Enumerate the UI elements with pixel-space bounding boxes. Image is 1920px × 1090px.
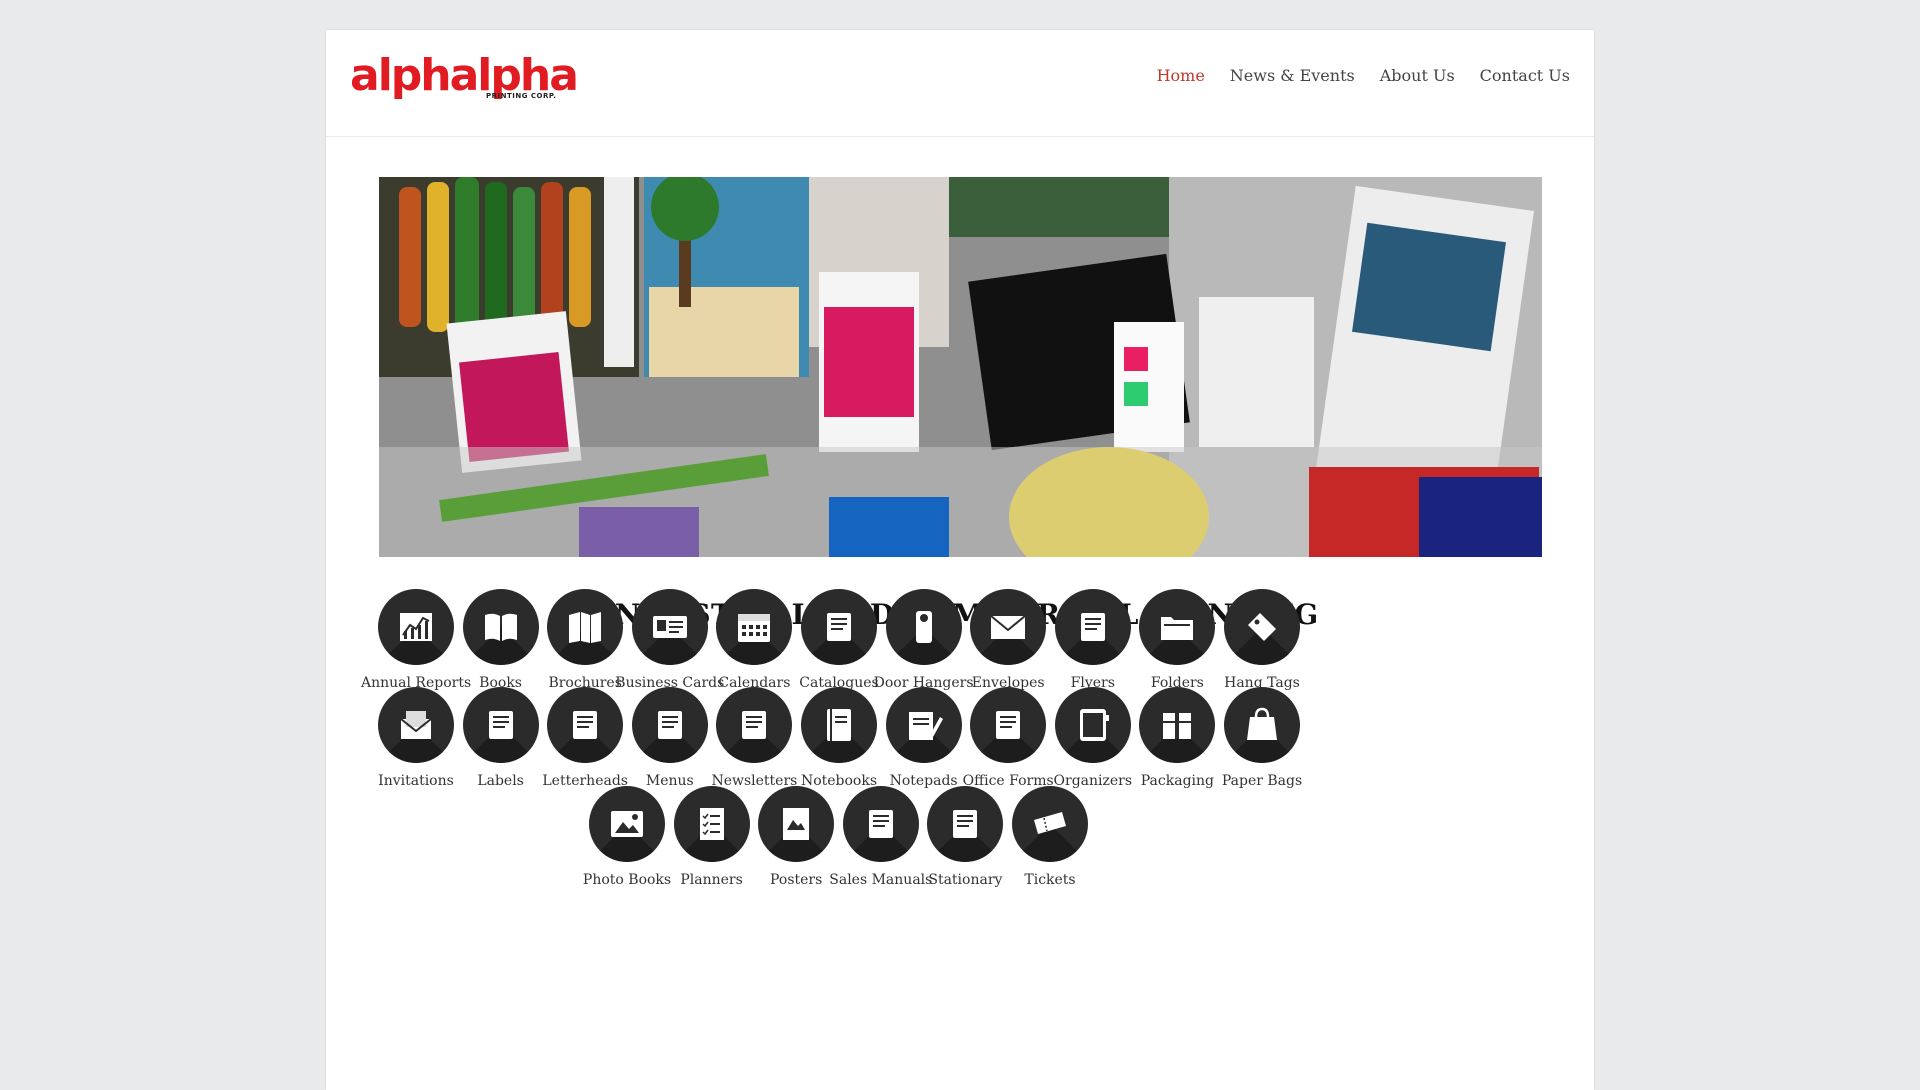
nav-home[interactable]: Home — [1157, 66, 1205, 85]
logo-part-1: alph — [350, 50, 452, 101]
site-header: alphalpha PRINTING CORP. Home News & Eve… — [326, 30, 1594, 137]
calendar-icon — [716, 589, 793, 665]
tag-icon — [1224, 589, 1300, 665]
category-item-tickets[interactable]: Tickets — [995, 786, 1105, 888]
nav-about-us[interactable]: About Us — [1380, 66, 1455, 85]
main-nav: Home News & Events About Us Contact Us — [1157, 66, 1570, 85]
category-item-paper-bags[interactable]: Paper Bags — [1207, 687, 1317, 789]
hero-banner-image — [379, 177, 1542, 557]
catalogue-icon — [801, 589, 877, 665]
flyer-icon — [1054, 589, 1131, 665]
newsletter-icon — [716, 687, 793, 763]
office-form-icon — [970, 687, 1047, 763]
sales-manual-icon — [842, 786, 919, 862]
category-label: Paper Bags — [1221, 773, 1303, 789]
organizer-icon — [1054, 687, 1131, 763]
envelope-icon — [970, 589, 1047, 665]
stationary-icon — [927, 786, 1004, 862]
logo-subtitle: PRINTING CORP. — [486, 92, 557, 100]
label-icon — [462, 687, 539, 763]
door-hanger-icon — [885, 589, 962, 665]
chart-icon — [378, 589, 454, 665]
paper-bag-icon — [1224, 687, 1300, 763]
nav-news-events[interactable]: News & Events — [1230, 66, 1355, 85]
nav-contact-us[interactable]: Contact Us — [1480, 66, 1570, 85]
banner-collage — [379, 177, 1542, 557]
business-card-icon — [631, 589, 708, 665]
photo-book-icon — [589, 786, 665, 862]
invitation-icon — [378, 687, 454, 763]
category-label: Tickets — [1024, 872, 1076, 888]
poster-icon — [758, 786, 835, 862]
notepad-icon — [885, 687, 962, 763]
menu-icon — [631, 687, 708, 763]
packaging-icon — [1139, 687, 1216, 763]
folder-icon — [1139, 589, 1216, 665]
planner-icon — [673, 786, 750, 862]
page-container: alphalpha PRINTING CORP. Home News & Eve… — [326, 30, 1594, 1090]
category-item-hang-tags[interactable]: Hang Tags — [1207, 589, 1317, 691]
letterhead-icon — [547, 687, 624, 763]
site-logo[interactable]: alphalpha PRINTING CORP. — [350, 50, 579, 112]
ticket-icon — [1012, 786, 1088, 862]
notebook-icon — [801, 687, 877, 763]
book-icon — [462, 589, 539, 665]
brochure-icon — [547, 589, 624, 665]
